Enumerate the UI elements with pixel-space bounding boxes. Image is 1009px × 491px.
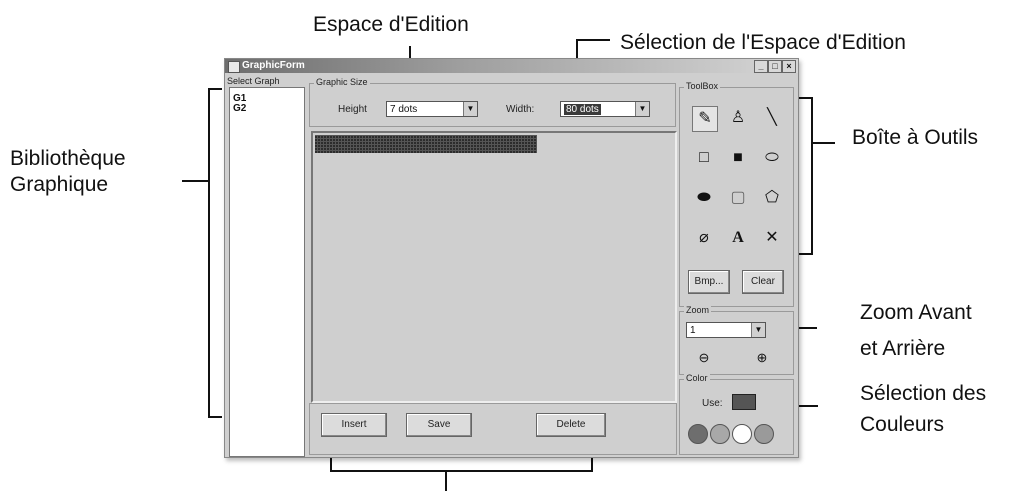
width-label: Width: (506, 104, 535, 115)
graph-library-list[interactable]: G1 G2 (229, 87, 305, 457)
connector-library-bar (208, 88, 210, 418)
rectangle-outline-icon[interactable]: □ (692, 146, 716, 170)
select-graph-label: Select Graph (227, 76, 280, 86)
list-item[interactable]: G2 (233, 103, 246, 114)
eraser-icon[interactable]: ⌀ (692, 226, 716, 250)
annotation-zoom-line1: Zoom Avant (860, 301, 972, 324)
height-value: 7 dots (390, 104, 418, 115)
annotation-library-line1: Bibliothèque (10, 147, 126, 170)
toolbox-label: ToolBox (684, 81, 721, 91)
clear-button[interactable]: Clear (742, 270, 784, 294)
close-button[interactable]: × (782, 60, 796, 73)
graphic-size-group: Graphic Size Height 7 dots ▼ Width: 80 d… (309, 77, 676, 127)
chevron-down-icon[interactable]: ▼ (751, 323, 765, 337)
save-button[interactable]: Save (406, 413, 472, 437)
graphicform-window: GraphicForm _ □ × Select Graph G1 G2 Gra… (224, 58, 799, 458)
chevron-down-icon[interactable]: ▼ (635, 102, 649, 116)
delete-button[interactable]: Delete (536, 413, 606, 437)
zoom-input[interactable]: 1 ▼ (686, 322, 766, 338)
insert-button[interactable]: Insert (321, 413, 387, 437)
color-swatch-light-gray[interactable] (710, 424, 730, 444)
annotation-edit-space-selection: Sélection de l'Espace d'Edition (620, 31, 906, 54)
line-icon[interactable]: ╲ (760, 106, 784, 130)
connector-buttons-bar (330, 470, 593, 472)
zoom-value: 1 (690, 325, 696, 336)
chevron-down-icon[interactable]: ▼ (463, 102, 477, 116)
color-swatch-dark-gray[interactable] (688, 424, 708, 444)
bmp-button[interactable]: Bmp... (688, 270, 730, 294)
clear-x-icon[interactable]: ✕ (760, 226, 784, 250)
color-label: Color (684, 373, 710, 383)
height-label: Height (338, 104, 367, 115)
freeform-icon[interactable]: ⬠ (760, 186, 784, 210)
app-icon (228, 61, 240, 73)
title-bar[interactable]: GraphicForm _ □ × (225, 59, 798, 73)
height-select[interactable]: 7 dots ▼ (386, 101, 478, 117)
zoom-in-icon[interactable]: ⊕ (750, 346, 774, 370)
connector-library-top (208, 88, 222, 90)
connector-toolbox-bar (811, 97, 813, 255)
zoom-out-icon[interactable]: ⊖ (692, 346, 716, 370)
use-color-label: Use: (702, 398, 723, 409)
zoom-label: Zoom (684, 305, 712, 315)
annotation-colors-line1: Sélection des (860, 382, 987, 405)
ellipse-filled-icon[interactable]: ⬬ (692, 186, 716, 210)
rounded-rect-icon[interactable]: ▢ (726, 186, 750, 210)
edit-canvas-panel (311, 131, 677, 403)
connector-toolbox-tick (811, 142, 835, 144)
width-select[interactable]: 80 dots ▼ (560, 101, 650, 117)
pencil-icon[interactable]: ✎ (692, 106, 718, 132)
annotation-toolbox: Boîte à Outils (852, 126, 979, 149)
annotation-colors-line2: Couleurs (860, 413, 945, 436)
color-group: Color Use: (679, 373, 794, 455)
window-title: GraphicForm (242, 60, 305, 71)
connector-library-bottom (208, 416, 222, 418)
width-value: 80 dots (564, 104, 601, 115)
annotation-edit-space: Espace d'Edition (313, 13, 469, 36)
connector-library-tick (182, 180, 210, 182)
current-color-swatch (732, 394, 756, 410)
connector-selection-top (576, 39, 610, 41)
graphic-size-label: Graphic Size (314, 77, 370, 87)
annotation-zoom-line2: et Arrière (860, 337, 946, 360)
zoom-group: Zoom 1 ▼ ⊖ ⊕ (679, 305, 794, 375)
ellipse-outline-icon[interactable]: ⬭ (760, 146, 784, 170)
minimize-button[interactable]: _ (754, 60, 768, 73)
annotation-library-line2: Graphique (10, 173, 109, 196)
maximize-button[interactable]: □ (768, 60, 782, 73)
edit-canvas-grid[interactable] (315, 135, 537, 153)
text-icon[interactable]: A (726, 226, 750, 250)
fill-bucket-icon[interactable]: ♙ (726, 106, 750, 130)
color-swatch-medium-gray[interactable] (754, 424, 774, 444)
toolbox-group: ToolBox ✎ ♙ ╲ □ ■ ⬭ ⬬ ▢ ⬠ ⌀ A ✕ Bmp... C… (679, 81, 794, 307)
connector-buttons-stem (445, 470, 447, 491)
color-swatch-white[interactable] (732, 424, 752, 444)
rectangle-filled-icon[interactable]: ■ (726, 146, 750, 170)
